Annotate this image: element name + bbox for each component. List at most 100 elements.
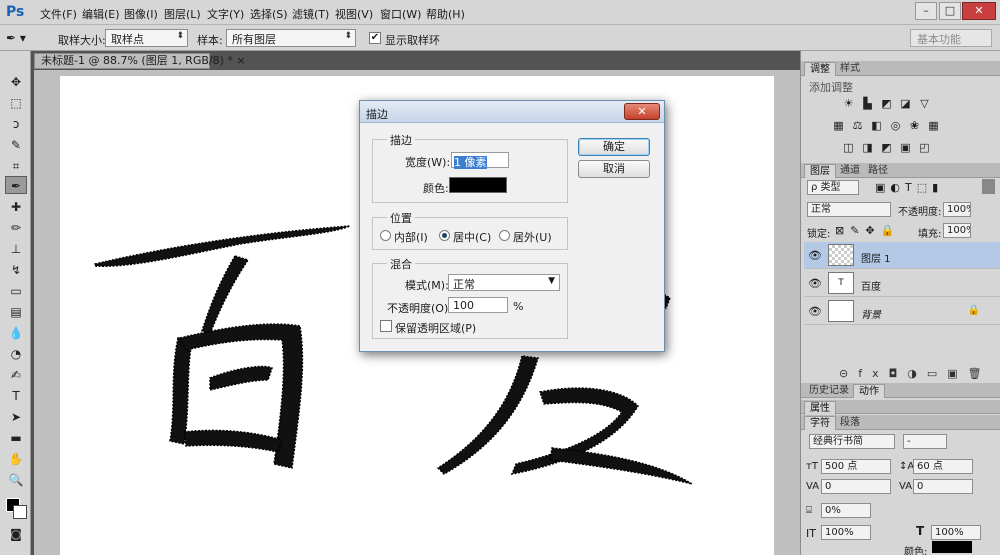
eye-icon[interactable]: 👁	[808, 305, 822, 318]
stroke-color-swatch[interactable]	[449, 177, 507, 193]
path-select-tool-icon[interactable]: ➤	[5, 408, 27, 426]
selective-color-icon[interactable]: ◰	[917, 142, 932, 154]
cancel-button[interactable]: 取消	[578, 160, 650, 178]
eyedropper-preset-icon[interactable]: ✒ ▾	[6, 29, 36, 47]
vertical-scale-field[interactable]: 100%	[821, 525, 871, 540]
dialog-titlebar[interactable]: 描边 ✕	[360, 101, 664, 123]
font-size-field[interactable]: 500 点	[821, 459, 891, 474]
mode-select[interactable]: 正常 ▼	[448, 274, 560, 291]
opacity-input[interactable]: 100	[448, 297, 508, 313]
kerning-field[interactable]: 0	[821, 479, 891, 494]
curves-icon[interactable]: ◩	[879, 98, 894, 110]
crop-tool-icon[interactable]: ⌗	[5, 157, 27, 175]
marquee-tool-icon[interactable]: ⬚	[5, 94, 27, 112]
posterize-icon[interactable]: ◨	[860, 142, 875, 154]
blend-mode-select[interactable]: 正常	[807, 202, 891, 217]
type-tool-icon[interactable]: T	[5, 387, 27, 405]
black-white-icon[interactable]: ◧	[869, 120, 884, 132]
layer-row[interactable]: 👁 背景 🔒	[804, 298, 1000, 325]
minimize-button[interactable]: –	[915, 2, 937, 20]
preserve-transparency-checkbox[interactable]	[380, 320, 392, 332]
eyedropper-tool-icon[interactable]: ✒	[5, 176, 27, 194]
document-tab[interactable]: 未标题-1 @ 88.7% (图层 1, RGB/8) * ×	[34, 53, 246, 69]
tracking-field[interactable]: 0	[913, 479, 973, 494]
tab-layers[interactable]: 图层	[804, 164, 836, 178]
sample-size-select[interactable]: 取样点 ⬍	[105, 29, 188, 47]
menu-view[interactable]: 视图(V)	[335, 6, 373, 22]
spot-healing-tool-icon[interactable]: ✚	[5, 198, 27, 216]
show-ring-checkbox[interactable]: ✔	[369, 32, 381, 44]
close-tab-icon[interactable]: ×	[236, 54, 245, 67]
eraser-tool-icon[interactable]: ▭	[5, 282, 27, 300]
center-radio[interactable]	[439, 230, 450, 241]
tab-properties[interactable]: 属性	[804, 401, 836, 415]
channel-mixer-icon[interactable]: ❀	[907, 120, 922, 132]
layer-panel-buttons[interactable]: ⊝fx◘◑▭▣🗑	[839, 367, 992, 380]
zoom-tool-icon[interactable]: 🔍	[5, 471, 27, 489]
history-brush-tool-icon[interactable]: ↯	[5, 261, 27, 279]
text-color-swatch[interactable]	[932, 541, 972, 553]
ok-button[interactable]: 确定	[578, 138, 650, 156]
font-style-select[interactable]: -	[903, 434, 947, 449]
font-family-select[interactable]: 经典行书简	[809, 434, 895, 449]
tab-adjustments[interactable]: 调整	[804, 62, 836, 76]
eye-icon[interactable]: 👁	[808, 249, 822, 262]
photo-filter-icon[interactable]: ◎	[888, 120, 903, 132]
tab-history[interactable]: 历史记录	[804, 384, 854, 398]
workspace-select[interactable]: 基本功能	[910, 29, 992, 47]
layer-row[interactable]: 👁 图层 1	[804, 242, 1000, 269]
maximize-button[interactable]: □	[939, 2, 961, 20]
move-tool-icon[interactable]: ✥	[5, 73, 27, 91]
menu-filter[interactable]: 滤镜(T)	[292, 6, 329, 22]
leading-field[interactable]: 60 点	[913, 459, 973, 474]
quick-mask-icon[interactable]: ◙	[5, 525, 27, 543]
menu-layer[interactable]: 图层(L)	[164, 6, 201, 22]
exposure-icon[interactable]: ◪	[898, 98, 913, 110]
clone-stamp-tool-icon[interactable]: ⊥	[5, 240, 27, 258]
outside-radio[interactable]	[499, 230, 510, 241]
menu-window[interactable]: 窗口(W)	[380, 6, 421, 22]
hand-tool-icon[interactable]: ✋	[5, 450, 27, 468]
tab-channels[interactable]: 通道	[835, 164, 865, 178]
sample-select[interactable]: 所有图层 ⬍	[226, 29, 356, 47]
width-input[interactable]: 1 像素	[451, 152, 509, 169]
gradient-tool-icon[interactable]: ▤	[5, 303, 27, 321]
brightness-icon[interactable]: ☀	[841, 98, 856, 110]
layer-row[interactable]: 👁 T 百度	[804, 270, 1000, 297]
fill-field[interactable]: 100%	[943, 223, 971, 238]
dodge-tool-icon[interactable]: ◔	[5, 345, 27, 363]
rectangle-tool-icon[interactable]: ▬	[5, 429, 27, 447]
close-window-button[interactable]: ✕	[962, 2, 996, 20]
lock-icons[interactable]: ⊠✎✥🔒	[835, 224, 900, 237]
tab-actions[interactable]: 动作	[853, 384, 885, 398]
vibrance-icon[interactable]: ▽	[917, 98, 932, 110]
menu-help[interactable]: 帮助(H)	[426, 6, 465, 22]
blur-tool-icon[interactable]: 💧	[5, 324, 27, 342]
quick-select-tool-icon[interactable]: ✎	[5, 136, 27, 154]
threshold-icon[interactable]: ◩	[879, 142, 894, 154]
levels-icon[interactable]: ▙	[860, 98, 875, 110]
layer-filter-icons[interactable]: ▣◐T⬚▮	[875, 181, 943, 194]
filter-toggle-icon[interactable]	[982, 179, 995, 194]
invert-icon[interactable]: ◫	[841, 142, 856, 154]
eye-icon[interactable]: 👁	[808, 277, 822, 290]
tab-styles[interactable]: 样式	[835, 62, 865, 76]
tab-character[interactable]: 字符	[804, 416, 836, 430]
menu-type[interactable]: 文字(Y)	[207, 6, 244, 22]
inside-radio[interactable]	[380, 230, 391, 241]
layer-filter-select[interactable]: ρ 类型	[807, 180, 859, 195]
brush-tool-icon[interactable]: ✏	[5, 219, 27, 237]
background-color-swatch[interactable]	[13, 505, 27, 519]
dialog-close-button[interactable]: ✕	[624, 103, 660, 120]
menu-edit[interactable]: 编辑(E)	[82, 6, 120, 22]
scale-field[interactable]: 0%	[821, 503, 871, 518]
horizontal-scale-field[interactable]: 100%	[931, 525, 981, 540]
pen-tool-icon[interactable]: ✍	[5, 366, 27, 384]
color-balance-icon[interactable]: ⚖	[850, 120, 865, 132]
menu-file[interactable]: 文件(F)	[40, 6, 77, 22]
hue-icon[interactable]: ▦	[831, 120, 846, 132]
layer-opacity-field[interactable]: 100%	[943, 202, 971, 217]
lasso-tool-icon[interactable]: ↄ	[5, 115, 27, 133]
menu-image[interactable]: 图像(I)	[124, 6, 158, 22]
color-lookup-icon[interactable]: ▦	[926, 120, 941, 132]
